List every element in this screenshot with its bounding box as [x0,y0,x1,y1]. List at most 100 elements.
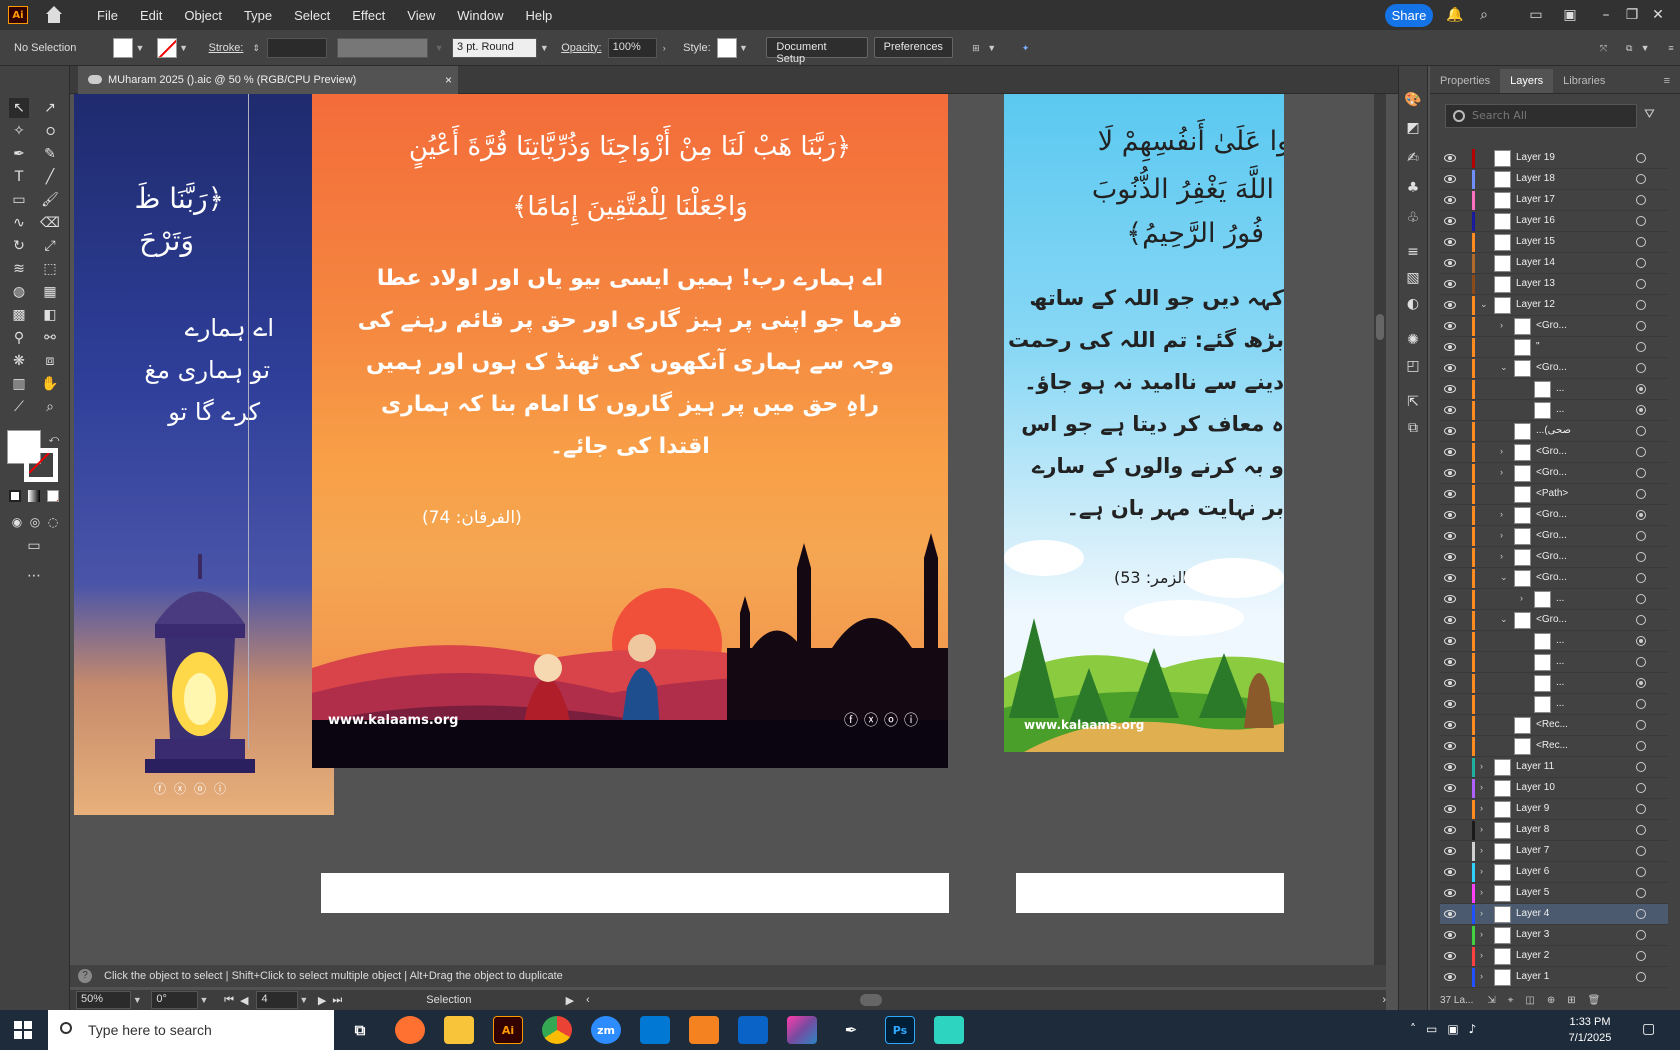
collapse-arrow-icon[interactable]: ⌄ [1500,614,1508,625]
eyedropper-tool-icon[interactable]: ⚲ [9,328,29,348]
tab-libraries[interactable]: Libraries [1553,69,1615,93]
layer-target-icon[interactable] [1636,426,1646,436]
expand-arrow-icon[interactable]: › [1500,530,1503,540]
expand-arrow-icon[interactable]: › [1480,866,1483,876]
make-clipping-mask-icon[interactable]: ◫ [1525,995,1534,1006]
layer-target-icon[interactable] [1636,552,1646,562]
layer-target-icon[interactable] [1636,951,1646,961]
scroll-thumb[interactable] [1376,314,1384,340]
visibility-eye-icon[interactable] [1444,637,1456,645]
visibility-eye-icon[interactable] [1444,574,1456,582]
menu-file[interactable]: File [86,8,129,23]
preferences-button[interactable]: Preferences [873,37,953,58]
rotate-tool-icon[interactable]: ↻ [9,236,29,256]
layer-row[interactable]: › Layer 11 [1440,757,1668,778]
visibility-eye-icon[interactable] [1444,322,1456,330]
artboard-bottom-center[interactable] [321,873,949,913]
layer-target-icon[interactable] [1636,615,1646,625]
artboard-left[interactable]: ﴿رَبَّنَا ظَ وَتَرْحَ اے ہمارے تو ہماری … [74,94,334,815]
menu-effect[interactable]: Effect [341,8,396,23]
type-tool-icon[interactable]: T [9,167,29,187]
layer-row[interactable]: ...(صحی [1440,421,1668,442]
stroke-weight-field[interactable] [267,37,327,58]
layer-row[interactable]: › <Gro... [1440,442,1668,463]
visibility-eye-icon[interactable] [1444,385,1456,393]
warp-tool-icon[interactable]: ≋ [9,259,29,279]
style-dropdown-icon[interactable]: ▼ [737,41,751,55]
layer-name[interactable]: ... [1556,593,1564,604]
layer-target-icon[interactable] [1636,279,1646,289]
draw-inside-icon[interactable]: ◌ [43,512,63,532]
app-icon[interactable] [934,1016,964,1044]
previous-artboard-icon[interactable]: ◀ [240,994,248,1007]
visibility-eye-icon[interactable] [1444,469,1456,477]
layer-target-icon[interactable] [1636,510,1646,520]
visibility-eye-icon[interactable] [1444,301,1456,309]
layer-target-icon[interactable] [1636,216,1646,226]
layer-row[interactable]: Layer 13 [1440,274,1668,295]
layer-target-icon[interactable] [1636,447,1646,457]
eraser-tool-icon[interactable]: ⌫ [40,213,60,233]
expand-arrow-icon[interactable]: › [1480,803,1483,813]
layer-target-icon[interactable] [1636,468,1646,478]
layer-target-icon[interactable] [1636,342,1646,352]
notifications-icon[interactable]: ▢ [1642,1021,1655,1037]
stroke-stepper-icon[interactable]: ⇕ [249,41,263,55]
layer-name[interactable]: Layer 2 [1516,950,1549,961]
layer-name[interactable]: <Gro... [1536,362,1567,373]
document-tab[interactable]: MUharam 2025 ().aic @ 50 % (RGB/CPU Prev… [78,66,458,94]
layer-row[interactable]: › Layer 9 [1440,799,1668,820]
brush-dropdown-icon[interactable]: ▼ [537,41,551,55]
color-mode-icon[interactable] [9,490,21,502]
artboard-center[interactable]: ﴿رَبَّنَا هَبْ لَنَا مِنْ أَزْوَاجِنَا و… [312,94,948,768]
collapse-arrow-icon[interactable]: ⌄ [1500,572,1508,583]
layer-name[interactable]: <Rec... [1536,719,1568,730]
layer-row[interactable]: Layer 18 [1440,169,1668,190]
home-icon[interactable] [44,6,64,24]
vscode-icon[interactable] [640,1016,670,1044]
visibility-eye-icon[interactable] [1444,364,1456,372]
visibility-eye-icon[interactable] [1444,826,1456,834]
align-icon[interactable]: ⊞ [967,41,985,55]
layer-name[interactable]: ... [1556,404,1564,415]
layer-name[interactable]: Layer 11 [1516,761,1554,772]
expand-arrow-icon[interactable]: › [1480,908,1483,918]
close-window-icon[interactable]: ✕ [1650,7,1666,23]
visibility-eye-icon[interactable] [1444,448,1456,456]
collect-export-icon[interactable]: ⇲ [1487,995,1495,1006]
tab-layers[interactable]: Layers [1500,69,1554,93]
layer-name[interactable]: Layer 6 [1516,866,1549,877]
line-tool-icon[interactable]: ╱ [40,167,60,187]
share-button[interactable]: Share [1385,4,1433,27]
symbol-sprayer-tool-icon[interactable]: ❋ [9,351,29,371]
layer-row[interactable]: › Layer 7 [1440,841,1668,862]
restore-icon[interactable]: ❐ [1624,7,1640,23]
bell-icon[interactable]: 🔔 [1446,7,1463,23]
chrome-icon[interactable] [542,1016,572,1044]
layer-row[interactable]: ⌄ <Gro... [1440,610,1668,631]
scroll-left-icon[interactable]: ‹ [586,994,590,1006]
creative-cloud-icon[interactable] [787,1016,817,1044]
visibility-eye-icon[interactable] [1444,154,1456,162]
layer-name[interactable]: ... [1556,635,1564,646]
document-setup-button[interactable]: Document Setup [766,37,868,65]
visibility-eye-icon[interactable] [1444,868,1456,876]
layer-name[interactable]: <Path> [1536,488,1568,499]
expand-arrow-icon[interactable]: › [1520,593,1523,603]
close-tab-icon[interactable]: × [445,73,452,87]
layer-target-icon[interactable] [1636,867,1646,877]
layer-row[interactable]: › <Gro... [1440,505,1668,526]
rotation-field[interactable]: 0° [151,991,198,1009]
layer-row[interactable]: <Rec... [1440,715,1668,736]
canvas[interactable]: ﴿رَبَّنَا ظَ وَتَرْحَ اے ہمارے تو ہماری … [74,94,1374,965]
layer-target-icon[interactable] [1636,741,1646,751]
locate-object-icon[interactable]: ⌖ [1508,995,1514,1006]
layer-name[interactable]: <Gro... [1536,467,1567,478]
visibility-eye-icon[interactable] [1444,679,1456,687]
perspective-grid-tool-icon[interactable]: ▦ [40,282,60,302]
menu-window[interactable]: Window [446,8,514,23]
expand-arrow-icon[interactable]: › [1480,782,1483,792]
xampp-icon[interactable] [689,1016,719,1044]
search-icon[interactable]: ⌕ [1476,7,1492,23]
new-sublayer-icon[interactable]: ⊕ [1547,995,1555,1006]
